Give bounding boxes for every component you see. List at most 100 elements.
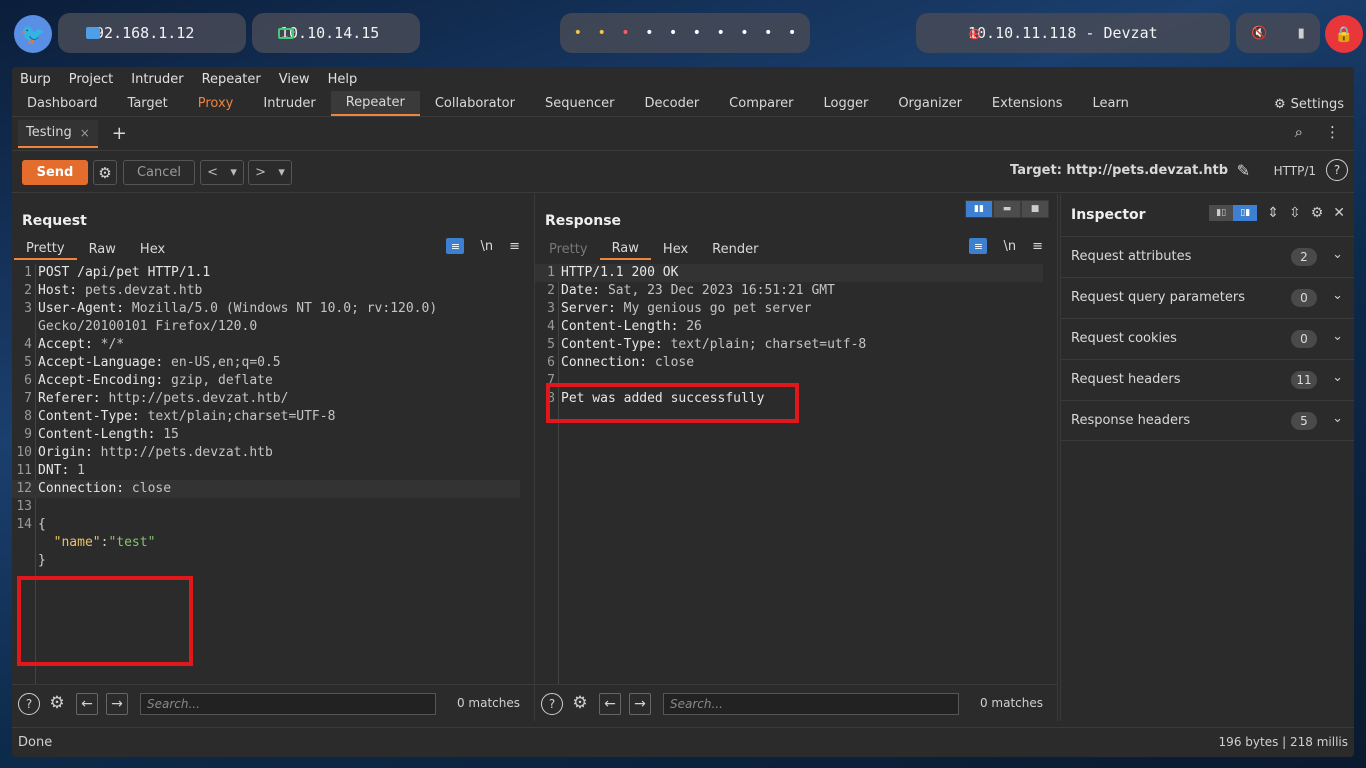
tab-comparer[interactable]: Comparer: [714, 91, 808, 116]
menu-icon[interactable]: ≡: [509, 239, 520, 254]
help-icon[interactable]: ?: [18, 693, 40, 715]
gear-icon[interactable]: ⚙: [47, 693, 67, 713]
workspace-dot[interactable]: •: [597, 25, 605, 41]
request-tab-raw[interactable]: Raw: [77, 238, 128, 260]
settings-button[interactable]: ⚙ Settings: [1274, 91, 1344, 117]
repeater-tab-testing[interactable]: Testing ×: [18, 119, 98, 148]
arrow-left-icon[interactable]: ←: [599, 693, 621, 715]
distro-logo-icon[interactable]: 🐦: [14, 15, 52, 53]
request-tab-hex[interactable]: Hex: [128, 238, 177, 260]
help-icon[interactable]: ?: [541, 693, 563, 715]
expand-all-icon[interactable]: ⇕: [1267, 205, 1279, 221]
menu-view[interactable]: View: [279, 72, 310, 87]
tab-logger[interactable]: Logger: [809, 91, 884, 116]
gear-icon[interactable]: ⚙: [570, 693, 590, 713]
inspector-row-request-headers[interactable]: Request headers 11 ⌄: [1061, 359, 1354, 400]
workspace-dot[interactable]: •: [716, 25, 724, 41]
arrow-right-icon[interactable]: →: [106, 693, 128, 715]
menu-project[interactable]: Project: [69, 72, 113, 87]
request-tab-pretty[interactable]: Pretty: [14, 238, 77, 260]
inspector-row-label: Request query parameters: [1071, 290, 1246, 305]
help-icon[interactable]: ?: [1326, 159, 1348, 181]
protocol-label[interactable]: HTTP/1: [1274, 164, 1316, 178]
close-icon[interactable]: ✕: [1333, 205, 1345, 221]
send-options-gear-icon[interactable]: ⚙: [93, 160, 117, 185]
edit-pencil-icon[interactable]: ✎: [1237, 161, 1250, 180]
workspace-dot[interactable]: •: [574, 25, 582, 41]
lock-icon[interactable]: 🔒: [1325, 15, 1363, 53]
tab-collaborator[interactable]: Collaborator: [420, 91, 530, 116]
target-machine-widget[interactable]: ⊕ 10.10.11.118 - Devzat: [916, 13, 1230, 53]
tab-dashboard[interactable]: Dashboard: [12, 91, 113, 116]
inspector-row-request-cookies[interactable]: Request cookies 0 ⌄: [1061, 318, 1354, 359]
word-wrap-icon[interactable]: ≡: [969, 238, 988, 254]
tab-extensions[interactable]: Extensions: [977, 91, 1078, 116]
response-editor[interactable]: 1 HTTP/1.1 200 OK 2 Date: Sat, 23 Dec 2023…: [535, 264, 1057, 684]
inspector-row-query-parameters[interactable]: Request query parameters 0 ⌄: [1061, 277, 1354, 318]
menu-help[interactable]: Help: [328, 72, 358, 87]
inspector-row-response-headers[interactable]: Response headers 5 ⌄: [1061, 400, 1354, 441]
workspace-dot[interactable]: •: [669, 25, 677, 41]
tab-proxy[interactable]: Proxy: [183, 91, 249, 116]
tab-repeater[interactable]: Repeater: [330, 91, 420, 116]
response-tab-render[interactable]: Render: [700, 238, 770, 260]
workspace-dot[interactable]: •: [788, 25, 796, 41]
response-panel: ▮▮ ▬ ■ Response Pretty Raw Hex Render ≡ …: [535, 194, 1058, 721]
history-forward-button[interactable]: > ▾: [248, 160, 292, 185]
search-icon[interactable]: ⌕: [1295, 123, 1303, 141]
tab-target[interactable]: Target: [113, 91, 183, 116]
target-label[interactable]: Target: http://pets.devzat.htb: [1010, 163, 1228, 178]
mute-icon[interactable]: 🔇: [1251, 26, 1267, 41]
add-tab-icon[interactable]: +: [112, 123, 127, 144]
vpn-ip-widget[interactable]: 10.10.14.15: [252, 13, 420, 53]
send-button[interactable]: Send: [22, 160, 88, 185]
workspace-dot[interactable]: •: [693, 25, 701, 41]
tab-learn[interactable]: Learn: [1078, 91, 1144, 116]
arrow-left-icon[interactable]: ←: [76, 693, 98, 715]
response-search-input[interactable]: Search...: [663, 693, 959, 715]
request-search-input[interactable]: Search...: [140, 693, 436, 715]
workspace-indicator[interactable]: • • • • • • • • • •: [560, 13, 810, 53]
workspace-dot[interactable]: •: [740, 25, 748, 41]
chevron-down-icon[interactable]: ⌄: [1332, 329, 1343, 344]
layout-side-by-side-icon[interactable]: ▮▮: [965, 200, 993, 218]
tab-organizer[interactable]: Organizer: [883, 91, 977, 116]
menu-burp[interactable]: Burp: [20, 72, 51, 87]
history-back-button[interactable]: < ▾: [200, 160, 244, 185]
gear-icon[interactable]: ⚙: [1311, 205, 1324, 221]
newline-icon[interactable]: \n: [480, 239, 493, 254]
chevron-down-icon[interactable]: ⌄: [1332, 370, 1343, 385]
response-tab-raw[interactable]: Raw: [599, 238, 651, 260]
workspace-dot[interactable]: •: [645, 25, 653, 41]
chevron-down-icon[interactable]: ⌄: [1332, 247, 1343, 262]
layout-right-icon[interactable]: ▯▮: [1233, 205, 1258, 221]
target-machine-text: 10.10.11.118 - Devzat: [968, 24, 1158, 42]
layout-left-icon[interactable]: ▮▯: [1209, 205, 1234, 221]
tab-sequencer[interactable]: Sequencer: [530, 91, 629, 116]
menu-icon[interactable]: ≡: [1032, 239, 1043, 254]
menu-repeater[interactable]: Repeater: [202, 72, 261, 87]
workspace-dot[interactable]: •: [621, 25, 629, 41]
count-badge: 0: [1291, 289, 1317, 307]
inspector-row-request-attributes[interactable]: Request attributes 2 ⌄: [1061, 236, 1354, 277]
arrow-right-icon[interactable]: →: [629, 693, 651, 715]
layout-stacked-icon[interactable]: ▬: [993, 200, 1021, 218]
word-wrap-icon[interactable]: ≡: [446, 238, 465, 254]
tab-decoder[interactable]: Decoder: [629, 91, 714, 116]
chevron-down-icon[interactable]: ⌄: [1332, 288, 1343, 303]
response-tab-hex[interactable]: Hex: [651, 238, 700, 260]
close-icon[interactable]: ×: [80, 126, 90, 140]
tab-intruder[interactable]: Intruder: [248, 91, 330, 116]
cancel-button[interactable]: Cancel: [123, 160, 195, 185]
response-tab-pretty[interactable]: Pretty: [537, 238, 600, 260]
collapse-all-icon[interactable]: ⇳: [1289, 205, 1301, 221]
vpn-ip-text: 10.10.14.15: [280, 24, 380, 42]
workspace-dot[interactable]: •: [764, 25, 772, 41]
layout-tabs-icon[interactable]: ■: [1021, 200, 1049, 218]
local-ip-widget[interactable]: 192.168.1.12: [58, 13, 246, 53]
newline-icon[interactable]: \n: [1003, 239, 1016, 254]
battery-icon[interactable]: ▮: [1298, 26, 1305, 41]
chevron-down-icon[interactable]: ⌄: [1332, 411, 1343, 426]
menu-intruder[interactable]: Intruder: [131, 72, 183, 87]
kebab-menu-icon[interactable]: ⋮: [1325, 123, 1340, 141]
